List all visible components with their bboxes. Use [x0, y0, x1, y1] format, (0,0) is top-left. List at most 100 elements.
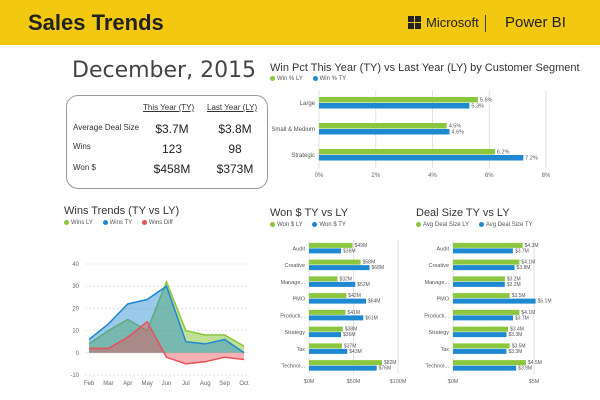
- category-label: Technol...: [425, 364, 449, 370]
- legend-dot-green-icon: [270, 76, 275, 81]
- data-label: $3.3M: [508, 332, 522, 338]
- kpi-value-ly: 98: [228, 142, 242, 156]
- bar: [453, 332, 507, 338]
- y-tick-label: 20: [72, 306, 79, 312]
- category-label: Strategy: [285, 330, 306, 336]
- data-label: $3.9M: [518, 366, 532, 372]
- data-label: $36M: [343, 332, 356, 338]
- x-tick-label: Aug: [200, 381, 211, 387]
- data-label: $36M: [343, 248, 356, 254]
- kpi-row-label: Won $: [73, 163, 96, 172]
- bar: [453, 259, 520, 265]
- category-label: Producti...: [424, 313, 449, 319]
- bar: [319, 97, 478, 103]
- legend-label: Avg Deal Size TY: [485, 222, 533, 229]
- dealsize-bar-chart: $0M $5MAudit$4.3M$3.7MCreative$4.1M$3.8MM…: [424, 240, 552, 385]
- legend-dot-blue-icon: [478, 222, 484, 227]
- product-label: Power BI: [505, 14, 566, 31]
- brand-label: Microsoft: [426, 15, 479, 30]
- legend-item: Won $ LY: [270, 222, 303, 228]
- y-tick-label: 10: [72, 329, 79, 335]
- legend-item: Avg Deal Size TY: [478, 222, 533, 229]
- category-label: Manage...: [281, 280, 306, 286]
- bar: [453, 265, 515, 271]
- data-label: $3.3M: [508, 349, 522, 355]
- data-label: $41M: [347, 310, 360, 316]
- bar: [309, 309, 346, 315]
- data-label: 7.2%: [525, 156, 538, 162]
- winpct-legend: Win % LY Win % TY: [270, 76, 354, 82]
- bar: [319, 103, 470, 109]
- data-label: 4.6%: [452, 130, 465, 136]
- y-tick-label: 40: [72, 262, 79, 268]
- bar: [309, 343, 342, 349]
- header-bar: Sales Trends Microsoft Power BI: [0, 0, 600, 45]
- won-bar-chart: $0M $50M $100MAudit$49M$36MCreative$58M$68…: [280, 240, 407, 385]
- winpct-chart-title: Win Pct This Year (TY) vs Last Year (LY)…: [270, 62, 580, 74]
- bar: [453, 298, 536, 304]
- x-tick-label: $100M: [390, 379, 407, 385]
- kpi-value-ty: $458M: [153, 162, 191, 176]
- data-label: 5.3%: [471, 104, 484, 110]
- bar: [453, 326, 509, 332]
- kpi-value-ly: $373M: [216, 162, 254, 176]
- x-tick-label: Jul: [182, 381, 190, 387]
- data-label: $42M: [348, 293, 361, 299]
- data-label: 6.2%: [497, 150, 510, 156]
- legend-label: Avg Deal Size LY: [423, 222, 470, 229]
- category-label: Strategic: [291, 153, 315, 159]
- legend-item: Wins TY: [102, 220, 133, 227]
- bar: [453, 365, 517, 371]
- legend-label: Wins Diff: [148, 220, 173, 227]
- bar: [309, 248, 342, 254]
- y-tick-label: 30: [72, 284, 79, 290]
- category-label: PMO: [436, 297, 449, 303]
- bar: [453, 242, 523, 248]
- wins-legend: Wins LY Wins TY Wins Diff: [64, 220, 181, 226]
- bar: [453, 293, 510, 299]
- y-tick-label: 0: [76, 351, 80, 357]
- data-label: $3.7M: [515, 248, 529, 254]
- x-tick-label: 6%: [485, 173, 494, 179]
- legend-item: Avg Deal Size LY: [416, 222, 469, 228]
- bar: [453, 360, 526, 366]
- x-tick-label: $5M: [529, 379, 540, 385]
- data-label: $49M: [355, 243, 368, 249]
- bar: [309, 242, 353, 248]
- bar: [309, 315, 364, 321]
- data-label: $52M: [357, 282, 370, 288]
- legend-dot-blue-icon: [312, 76, 318, 81]
- date-heading: December, 2015: [72, 58, 257, 83]
- winpct-bar-chart: 0% 2% 4% 6% 8%Large5.6%5.3%Small & Medium4.5…: [271, 90, 551, 179]
- x-tick-label: 8%: [542, 173, 551, 179]
- data-label: $5.1M: [538, 299, 552, 305]
- bar: [453, 343, 510, 349]
- data-label: $76M: [379, 366, 392, 372]
- legend-dot-green-icon: [270, 222, 275, 227]
- data-label: $3.5M: [512, 293, 526, 299]
- category-label: Manage...: [425, 280, 450, 286]
- bar: [309, 276, 338, 282]
- page-title: Sales Trends: [28, 10, 164, 35]
- legend-dot-blue-icon: [102, 220, 108, 225]
- x-tick-label: Feb: [84, 381, 95, 387]
- legend-label: Wins TY: [109, 220, 133, 227]
- x-tick-label: Jun: [162, 381, 172, 387]
- bar: [309, 293, 347, 299]
- data-label: $64M: [368, 299, 381, 305]
- bar: [309, 332, 342, 338]
- kpi-row-label: Average Deal Size: [73, 123, 140, 132]
- category-label: Large: [300, 101, 316, 107]
- data-label: $68M: [372, 265, 385, 271]
- x-tick-label: Sep: [219, 381, 230, 387]
- legend-item: Wins LY: [64, 220, 93, 226]
- category-label: Creative: [285, 263, 305, 269]
- legend-dot-green-icon: [64, 220, 69, 225]
- legend-label: Win % TY: [319, 76, 347, 83]
- legend-label: Wins LY: [71, 220, 93, 227]
- data-label: $3.7M: [515, 315, 529, 321]
- legend-dot-green-icon: [416, 222, 421, 227]
- dealsize-chart-title: Deal Size TY vs LY: [416, 207, 510, 219]
- x-tick-label: Mar: [103, 381, 113, 387]
- x-tick-label: 4%: [428, 173, 437, 179]
